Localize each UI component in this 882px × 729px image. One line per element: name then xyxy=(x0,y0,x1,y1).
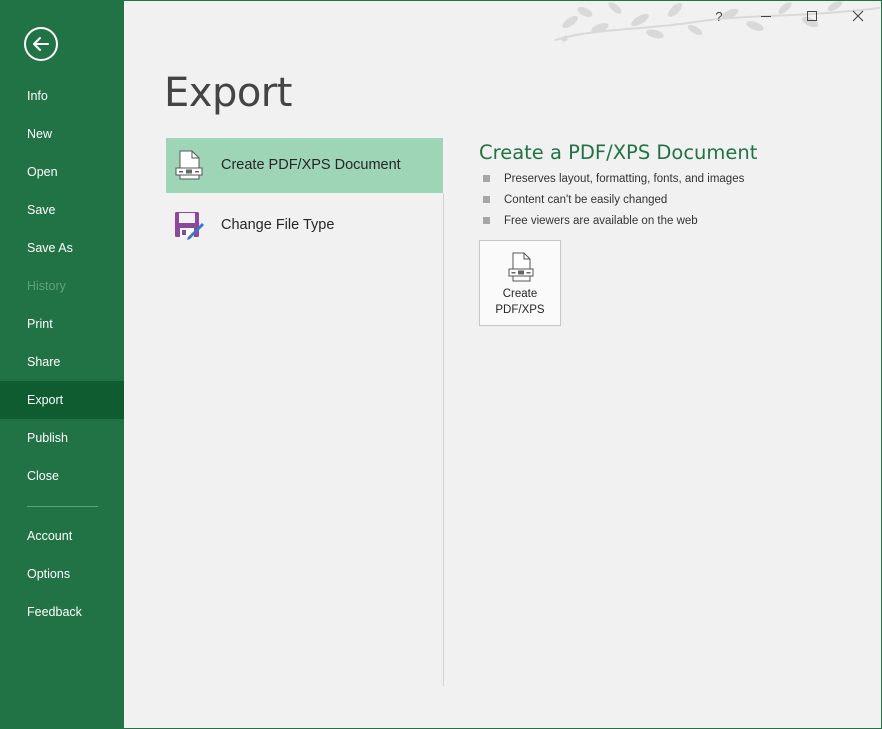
sidebar-item-info[interactable]: Info xyxy=(0,77,124,115)
maximize-button[interactable] xyxy=(801,6,823,26)
button-label-line1: Create xyxy=(502,288,538,300)
detail-title: Create a PDF/XPS Document xyxy=(479,141,758,164)
close-icon xyxy=(852,10,864,22)
backstage-sidebar: Info New Open Save Save As History Print… xyxy=(0,0,124,729)
sidebar-item-close[interactable]: Close xyxy=(0,457,124,495)
sidebar-item-export[interactable]: Export xyxy=(0,381,124,419)
sidebar-item-feedback[interactable]: Feedback xyxy=(0,593,124,631)
button-label-line2: PDF/XPS xyxy=(495,304,545,316)
bullet-text: Free viewers are available on the web xyxy=(504,215,698,227)
panel-divider xyxy=(443,193,444,686)
sidebar-item-save[interactable]: Save xyxy=(0,191,124,229)
sidebar-item-new[interactable]: New xyxy=(0,115,124,153)
save-edit-icon xyxy=(175,212,204,240)
list-item: Preserves layout, formatting, fonts, and… xyxy=(483,171,744,192)
detail-bullets: Preserves layout, formatting, fonts, and… xyxy=(483,171,744,234)
sidebar-item-print[interactable]: Print xyxy=(0,305,124,343)
option-label: Create PDF/XPS Document xyxy=(221,157,401,173)
sidebar-item-open[interactable]: Open xyxy=(0,153,124,191)
sidebar-divider xyxy=(27,506,98,507)
list-item: Free viewers are available on the web xyxy=(483,213,744,234)
bullet-icon xyxy=(483,196,490,203)
help-icon: ? xyxy=(715,8,723,24)
export-options-list: Create PDF/XPS Document Change File Type xyxy=(166,138,443,253)
bullet-icon xyxy=(483,217,490,224)
back-arrow-button[interactable] xyxy=(24,27,58,61)
sidebar-item-save-as[interactable]: Save As xyxy=(0,229,124,267)
create-pdf-xps-button[interactable]: Create PDF/XPS xyxy=(479,240,561,326)
sidebar-item-share[interactable]: Share xyxy=(0,343,124,381)
list-item: Content can't be easily changed xyxy=(483,192,744,213)
sidebar-item-options[interactable]: Options xyxy=(0,555,124,593)
sidebar-item-publish[interactable]: Publish xyxy=(0,419,124,457)
maximize-icon xyxy=(807,11,817,21)
bullet-icon xyxy=(483,175,490,182)
bullet-text: Content can't be easily changed xyxy=(504,194,668,206)
option-label: Change File Type xyxy=(221,217,335,233)
page-title: Export xyxy=(164,70,292,116)
pdf-document-icon xyxy=(508,252,534,282)
sidebar-item-account[interactable]: Account xyxy=(0,517,124,555)
minimize-button[interactable] xyxy=(755,6,777,26)
help-button[interactable]: ? xyxy=(708,6,730,26)
bullet-text: Preserves layout, formatting, fonts, and… xyxy=(504,173,745,185)
sidebar-item-history: History xyxy=(27,279,66,293)
close-window-button[interactable] xyxy=(847,6,869,26)
back-arrow-icon xyxy=(33,37,49,51)
option-create-pdf-xps[interactable]: Create PDF/XPS Document xyxy=(166,138,443,193)
pdf-document-icon xyxy=(175,150,203,180)
minimize-icon xyxy=(761,16,771,17)
option-change-file-type[interactable]: Change File Type xyxy=(166,198,443,253)
create-pdf-xps-label: Create PDF/XPS xyxy=(480,286,560,318)
